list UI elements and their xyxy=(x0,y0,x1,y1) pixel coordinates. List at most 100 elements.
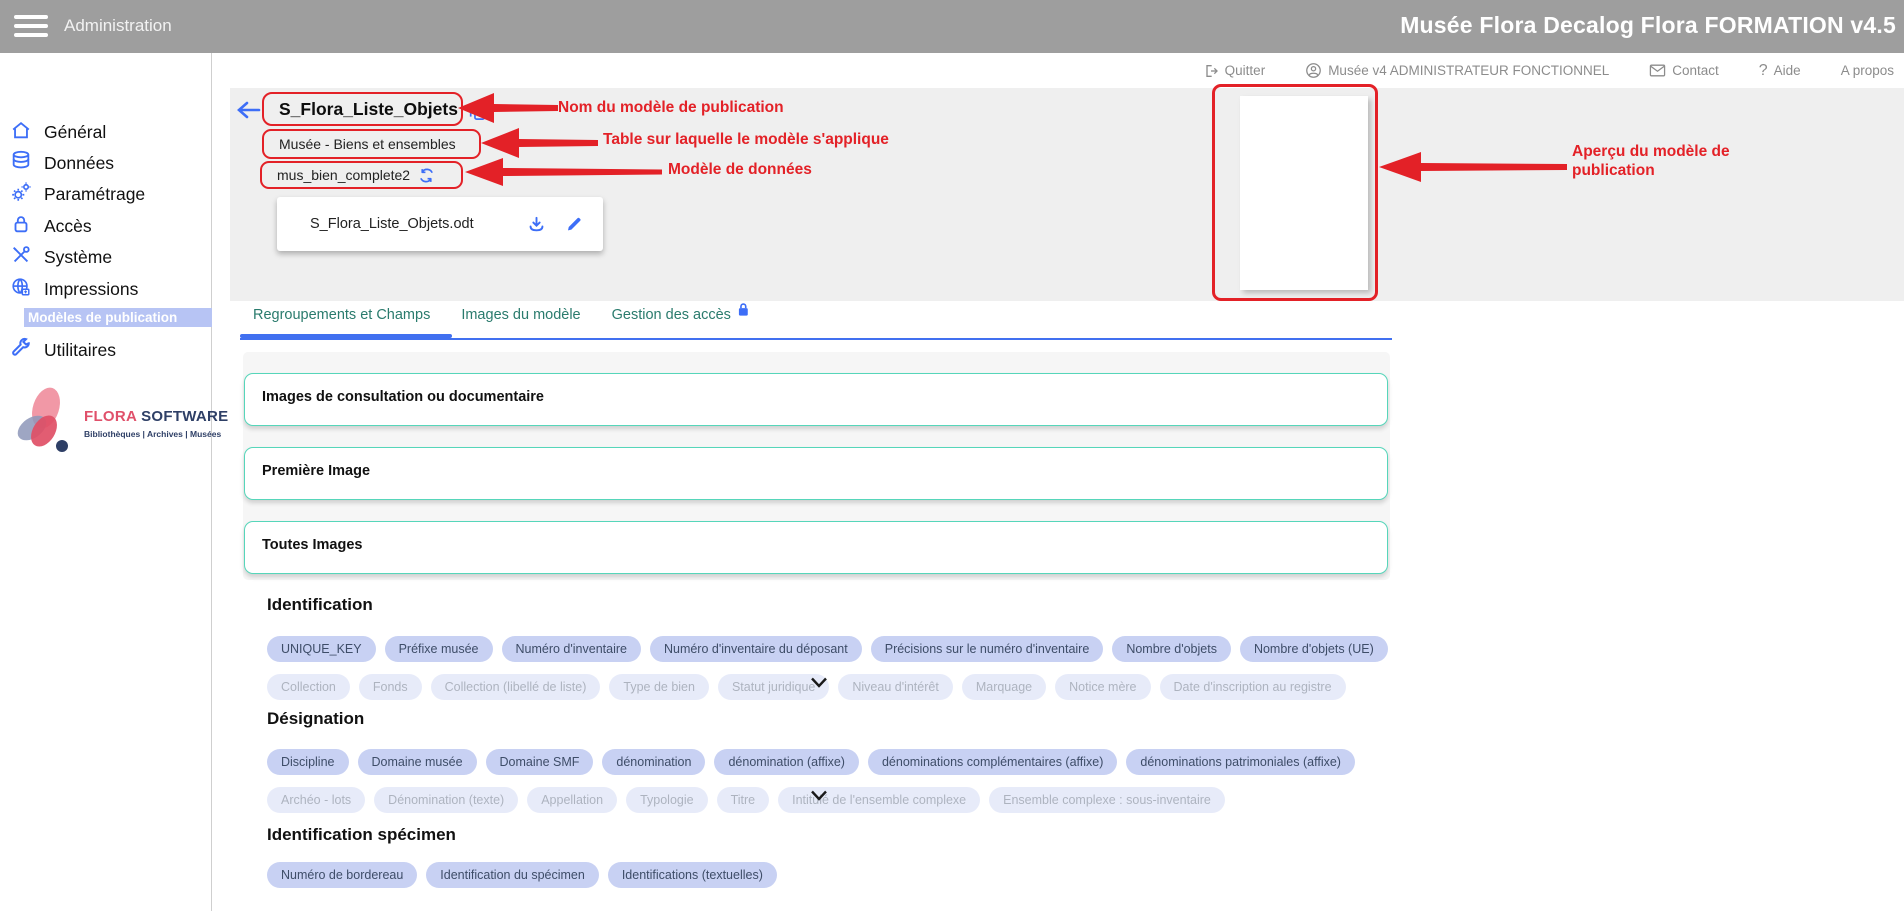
wrench-icon xyxy=(10,337,32,364)
contact-link[interactable]: Contact xyxy=(1649,63,1719,78)
data-model-value[interactable]: mus_bien_complete2 xyxy=(277,167,410,183)
field-chip[interactable]: Précisions sur le numéro d'inventaire xyxy=(871,636,1104,662)
download-icon[interactable] xyxy=(527,215,546,234)
annotation-name-label: Nom du modèle de publication xyxy=(558,99,784,117)
expand-chevron-down-icon[interactable] xyxy=(808,789,830,808)
contact-label: Contact xyxy=(1672,63,1719,78)
top-bar: Administration Musée Flora Decalog Flora… xyxy=(0,0,1904,53)
hamburger-menu-icon[interactable] xyxy=(14,15,48,38)
globe-print-icon xyxy=(10,276,32,303)
sidebar-item-label: Données xyxy=(44,153,114,174)
section-title: Désignation xyxy=(267,709,364,729)
field-chip[interactable]: dénomination (affixe) xyxy=(714,749,859,775)
field-chip[interactable]: Date d'inscription au registre xyxy=(1160,674,1346,700)
help-link[interactable]: ? Aide xyxy=(1759,62,1801,80)
field-chip[interactable]: Préfixe musée xyxy=(385,636,493,662)
image-group-box-2[interactable]: Première Image xyxy=(244,447,1388,500)
field-chip-row: Archéo - lots Dénomination (texte) Appella… xyxy=(267,787,1225,813)
publication-preview-page[interactable] xyxy=(1240,96,1368,290)
envelope-icon xyxy=(1649,63,1666,78)
sidebar-item-systeme[interactable]: Système xyxy=(10,244,112,271)
field-chip[interactable]: Appellation xyxy=(527,787,617,813)
field-chip[interactable]: Numéro d'inventaire xyxy=(502,636,641,662)
annotation-arrow-datamodel xyxy=(465,157,662,187)
sidebar-item-parametrage[interactable]: Paramétrage xyxy=(10,181,145,208)
sidebar: Général Données Paramétrage Accès Système Imp… xyxy=(0,53,212,911)
model-table-value[interactable]: Musée - Biens et ensembles xyxy=(279,136,456,152)
gears-icon xyxy=(10,181,32,208)
logo-subtitle: Bibliothèques | Archives | Musées xyxy=(84,429,228,439)
field-chip[interactable]: Notice mère xyxy=(1055,674,1150,700)
back-arrow-icon[interactable] xyxy=(236,98,262,127)
field-chip[interactable]: Marquage xyxy=(962,674,1046,700)
sidebar-item-general[interactable]: Général xyxy=(10,119,106,146)
field-chip-row: Discipline Domaine musée Domaine SMF dénomi… xyxy=(267,749,1355,775)
logo-brand-flora: FLORA xyxy=(84,408,137,425)
field-chip[interactable]: dénominations patrimoniales (affixe) xyxy=(1126,749,1355,775)
field-chip[interactable]: Domaine SMF xyxy=(486,749,594,775)
sidebar-item-utilitaires[interactable]: Utilitaires xyxy=(10,337,116,364)
field-chip[interactable]: Collection xyxy=(267,674,350,700)
expand-chevron-down-icon[interactable] xyxy=(808,676,830,695)
annotation-datamodel-label: Modèle de données xyxy=(668,161,812,179)
quit-link[interactable]: Quitter xyxy=(1203,63,1266,79)
help-label: Aide xyxy=(1774,63,1801,78)
image-group-label: Toutes Images xyxy=(262,537,362,553)
quit-label: Quitter xyxy=(1225,63,1266,78)
field-chip[interactable]: UNIQUE_KEY xyxy=(267,636,376,662)
field-chip[interactable]: Niveau d'intérêt xyxy=(838,674,952,700)
edit-pencil-icon[interactable] xyxy=(565,215,583,233)
about-link[interactable]: A propos xyxy=(1841,63,1894,78)
sidebar-item-label: Système xyxy=(44,247,112,268)
field-chip[interactable]: Numéro de bordereau xyxy=(267,862,417,888)
field-chip[interactable]: Ensemble complexe : sous-inventaire xyxy=(989,787,1225,813)
template-file-name: S_Flora_Liste_Objets.odt xyxy=(310,216,474,232)
field-chip[interactable]: Identifications (textuelles) xyxy=(608,862,777,888)
model-name-value[interactable]: S_Flora_Liste_Objets xyxy=(279,99,458,120)
field-chip[interactable]: Collection (libellé de liste) xyxy=(431,674,601,700)
field-chip[interactable]: Identification du spécimen xyxy=(426,862,599,888)
sidebar-item-acces[interactable]: Accès xyxy=(10,213,92,240)
field-chip[interactable]: Numéro d'inventaire du déposant xyxy=(650,636,862,662)
sidebar-item-donnees[interactable]: Données xyxy=(10,150,114,177)
tab-regroupements-et-champs[interactable]: Regroupements et Champs xyxy=(253,307,430,323)
current-user[interactable]: Musée v4 ADMINISTRATEUR FONCTIONNEL xyxy=(1305,62,1609,79)
padlock-icon xyxy=(10,213,32,240)
refresh-icon[interactable] xyxy=(418,167,435,184)
tab-label: Gestion des accès xyxy=(612,307,731,323)
field-chip[interactable]: dénomination xyxy=(602,749,705,775)
sidebar-item-modeles-de-publication[interactable]: Modèles de publication xyxy=(24,308,212,327)
user-circle-icon xyxy=(1305,62,1322,79)
field-chip[interactable]: Nombre d'objets xyxy=(1112,636,1231,662)
tab-bar: Regroupements et Champs Images du modèle G… xyxy=(253,307,750,323)
image-group-box-1[interactable]: Images de consultation ou documentaire xyxy=(244,373,1388,426)
field-chip[interactable]: dénominations complémentaires (affixe) xyxy=(868,749,1117,775)
about-label: A propos xyxy=(1841,63,1894,78)
administration-window: Administration Musée Flora Decalog Flora… xyxy=(0,0,1904,911)
field-chip[interactable]: Fonds xyxy=(359,674,422,700)
field-chip[interactable]: Type de bien xyxy=(609,674,709,700)
field-chip[interactable]: Nombre d'objets (UE) xyxy=(1240,636,1388,662)
home-icon xyxy=(10,119,32,146)
annotation-table-label: Table sur laquelle le modèle s'applique xyxy=(603,131,889,149)
sidebar-item-label: Accès xyxy=(44,216,92,237)
model-name-field: S_Flora_Liste_Objets xyxy=(262,92,463,126)
field-chip[interactable]: Domaine musée xyxy=(358,749,477,775)
tab-gestion-des-acces[interactable]: Gestion des accès xyxy=(612,307,750,323)
field-chip[interactable]: Dénomination (texte) xyxy=(374,787,518,813)
field-chip[interactable]: Archéo - lots xyxy=(267,787,365,813)
image-groups-zone: Images de consultation ou documentaire Pr… xyxy=(243,352,1390,580)
annotation-arrow-name xyxy=(458,92,558,124)
logo-brand-software: SOFTWARE xyxy=(141,408,228,425)
header-links-row: Quitter Musée v4 ADMINISTRATEUR FONCTION… xyxy=(212,53,1904,88)
sidebar-item-label: Général xyxy=(44,122,106,143)
annotation-arrow-table xyxy=(481,127,598,159)
field-chip[interactable]: Discipline xyxy=(267,749,349,775)
sidebar-item-impressions[interactable]: Impressions xyxy=(10,276,138,303)
tab-images-du-modele[interactable]: Images du modèle xyxy=(461,307,580,323)
sidebar-subitem-label: Modèles de publication xyxy=(28,310,177,325)
sidebar-item-label: Utilitaires xyxy=(44,340,116,361)
image-group-box-3[interactable]: Toutes Images xyxy=(244,521,1388,574)
field-chip[interactable]: Titre xyxy=(717,787,770,813)
field-chip[interactable]: Typologie xyxy=(626,787,708,813)
